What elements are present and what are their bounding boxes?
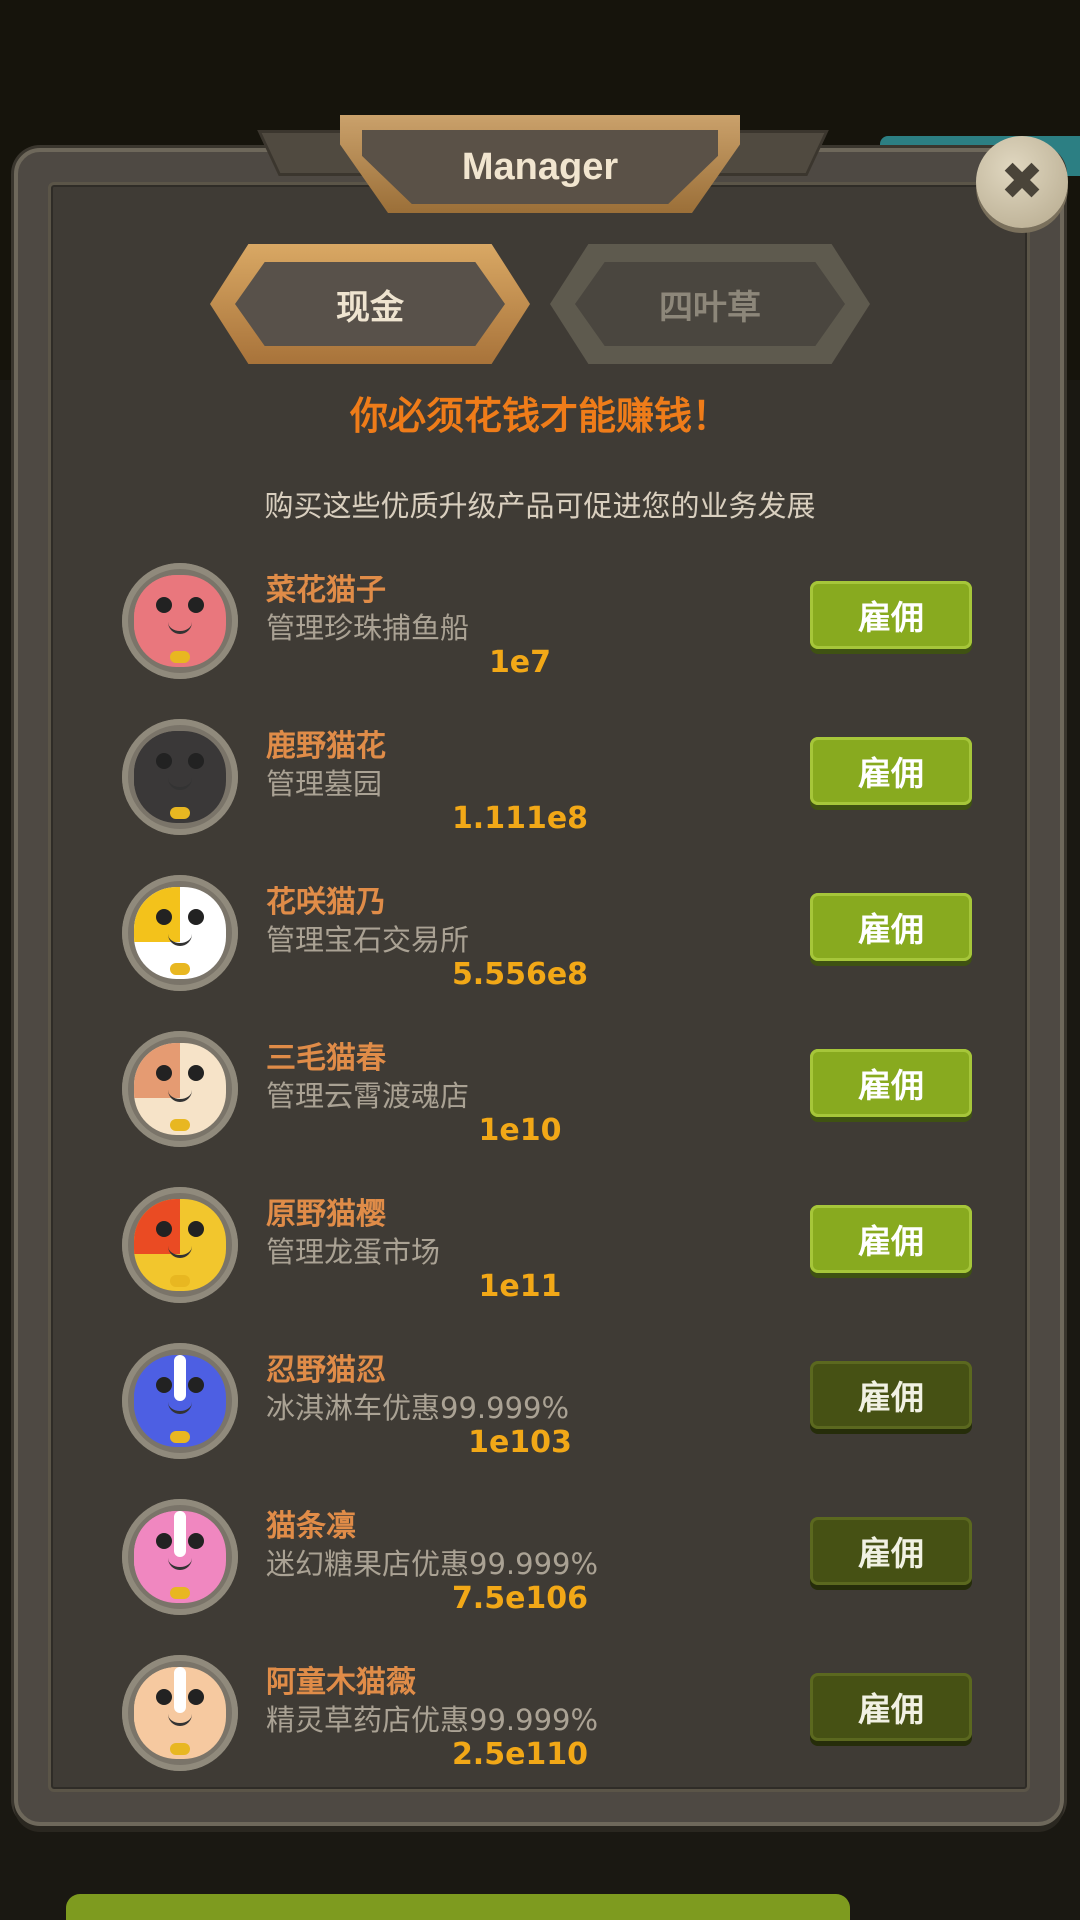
cat-eye xyxy=(156,1689,172,1705)
manager-name: 猫条凛 xyxy=(266,1509,356,1544)
manager-name: 阿童木猫薇 xyxy=(266,1665,416,1700)
bell-icon xyxy=(170,1275,190,1287)
manager-avatar xyxy=(122,1499,238,1615)
manager-row: 花咲猫乃 管理宝石交易所 5.556e8 雇佣 xyxy=(0,875,1080,1031)
manager-avatar xyxy=(122,563,238,679)
manager-price: 1e103 xyxy=(468,1425,572,1460)
manager-row: 三毛猫春 管理云霄渡魂店 1e10 雇佣 xyxy=(0,1031,1080,1187)
cat-mouth xyxy=(168,1089,192,1102)
manager-row: 鹿野猫花 管理墓园 1.111e8 雇佣 xyxy=(0,719,1080,875)
manager-row: 阿童木猫薇 精灵草药店优惠99.999% 2.5e110 雇佣 xyxy=(0,1655,1080,1811)
cat-eye xyxy=(156,753,172,769)
hire-button[interactable]: 雇佣 xyxy=(810,1049,972,1117)
cat-mouth xyxy=(168,621,192,634)
bell-icon xyxy=(170,1119,190,1131)
cat-eye xyxy=(188,753,204,769)
manager-list: 菜花猫子 管理珍珠捕鱼船 1e7 雇佣 鹿野猫花 管理墓园 1.111e8 雇佣 花咲猫乃 管理宝… xyxy=(0,0,1080,1920)
manager-name: 菜花猫子 xyxy=(266,573,386,608)
manager-avatar xyxy=(122,719,238,835)
cat-eye xyxy=(188,1377,204,1393)
bell-icon xyxy=(170,807,190,819)
cat-face-icon xyxy=(134,575,226,667)
manager-name: 忍野猫忍 xyxy=(266,1353,386,1388)
hire-button[interactable]: 雇佣 xyxy=(810,737,972,805)
cat-mouth xyxy=(168,1557,192,1570)
bottom-bar[interactable] xyxy=(66,1894,850,1920)
manager-description: 管理宝石交易所 xyxy=(266,923,470,957)
manager-avatar xyxy=(122,1187,238,1303)
cat-face-icon xyxy=(134,731,226,823)
bell-icon xyxy=(170,963,190,975)
manager-price: 5.556e8 xyxy=(451,957,589,992)
cat-stripe xyxy=(174,1355,186,1401)
cat-face-icon xyxy=(134,1199,226,1291)
cat-eye xyxy=(188,597,204,613)
cat-eye xyxy=(188,1221,204,1237)
bell-icon xyxy=(170,651,190,663)
hire-button[interactable]: 雇佣 xyxy=(810,1673,972,1741)
manager-row: 忍野猫忍 冰淇淋车优惠99.999% 1e103 雇佣 xyxy=(0,1343,1080,1499)
cat-mouth xyxy=(168,933,192,946)
manager-description: 迷幻糖果店优惠99.999% xyxy=(266,1547,599,1581)
manager-row: 菜花猫子 管理珍珠捕鱼船 1e7 雇佣 xyxy=(0,563,1080,719)
cat-eye xyxy=(156,597,172,613)
cat-mouth xyxy=(168,1245,192,1258)
cat-eye xyxy=(156,1533,172,1549)
cat-mouth xyxy=(168,1401,192,1414)
hire-button[interactable]: 雇佣 xyxy=(810,1517,972,1585)
cat-eye xyxy=(156,1065,172,1081)
manager-name: 鹿野猫花 xyxy=(266,729,386,764)
manager-price: 1e10 xyxy=(478,1113,562,1148)
manager-name: 原野猫樱 xyxy=(266,1197,386,1232)
manager-description: 管理珍珠捕鱼船 xyxy=(266,611,470,645)
manager-avatar xyxy=(122,1031,238,1147)
cat-eye xyxy=(188,1065,204,1081)
manager-name: 花咲猫乃 xyxy=(266,885,386,920)
bell-icon xyxy=(170,1431,190,1443)
manager-description: 管理龙蛋市场 xyxy=(266,1235,441,1269)
cat-eye xyxy=(156,1377,172,1393)
cat-eye xyxy=(156,1221,172,1237)
cat-eye xyxy=(188,1689,204,1705)
manager-avatar xyxy=(122,875,238,991)
bell-icon xyxy=(170,1743,190,1755)
cat-face-icon xyxy=(134,1355,226,1447)
manager-description: 管理墓园 xyxy=(266,767,383,801)
manager-price: 1e11 xyxy=(478,1269,562,1304)
hire-button[interactable]: 雇佣 xyxy=(810,1205,972,1273)
cat-face-icon xyxy=(134,887,226,979)
cat-stripe xyxy=(174,1511,186,1557)
manager-price: 1e7 xyxy=(488,645,552,680)
game-screen: Manager ✖ 现金 四叶草 你必须花钱才能赚钱！ 购买这些优质升级产品可促… xyxy=(0,0,1080,1920)
bell-icon xyxy=(170,1587,190,1599)
manager-price: 2.5e110 xyxy=(451,1737,589,1772)
manager-price: 1.111e8 xyxy=(451,801,589,836)
hire-button[interactable]: 雇佣 xyxy=(810,581,972,649)
cat-face-icon xyxy=(134,1511,226,1603)
manager-description: 精灵草药店优惠99.999% xyxy=(266,1703,599,1737)
cat-face-icon xyxy=(134,1043,226,1135)
manager-row: 原野猫樱 管理龙蛋市场 1e11 雇佣 xyxy=(0,1187,1080,1343)
cat-mouth xyxy=(168,777,192,790)
manager-avatar xyxy=(122,1655,238,1771)
manager-description: 冰淇淋车优惠99.999% xyxy=(266,1391,570,1425)
cat-eye xyxy=(188,1533,204,1549)
manager-name: 三毛猫春 xyxy=(266,1041,386,1076)
cat-face-icon xyxy=(134,1667,226,1759)
manager-price: 7.5e106 xyxy=(451,1581,589,1616)
manager-row: 猫条凛 迷幻糖果店优惠99.999% 7.5e106 雇佣 xyxy=(0,1499,1080,1655)
manager-description: 管理云霄渡魂店 xyxy=(266,1079,470,1113)
cat-stripe xyxy=(174,1667,186,1713)
hire-button[interactable]: 雇佣 xyxy=(810,1361,972,1429)
cat-mouth xyxy=(168,1713,192,1726)
manager-avatar xyxy=(122,1343,238,1459)
cat-eye xyxy=(156,909,172,925)
cat-eye xyxy=(188,909,204,925)
hire-button[interactable]: 雇佣 xyxy=(810,893,972,961)
